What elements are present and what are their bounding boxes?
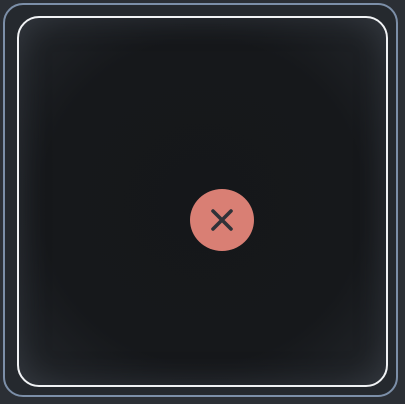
close-icon [208,206,236,234]
tile-panel[interactable] [17,16,388,387]
close-button[interactable] [190,189,254,251]
